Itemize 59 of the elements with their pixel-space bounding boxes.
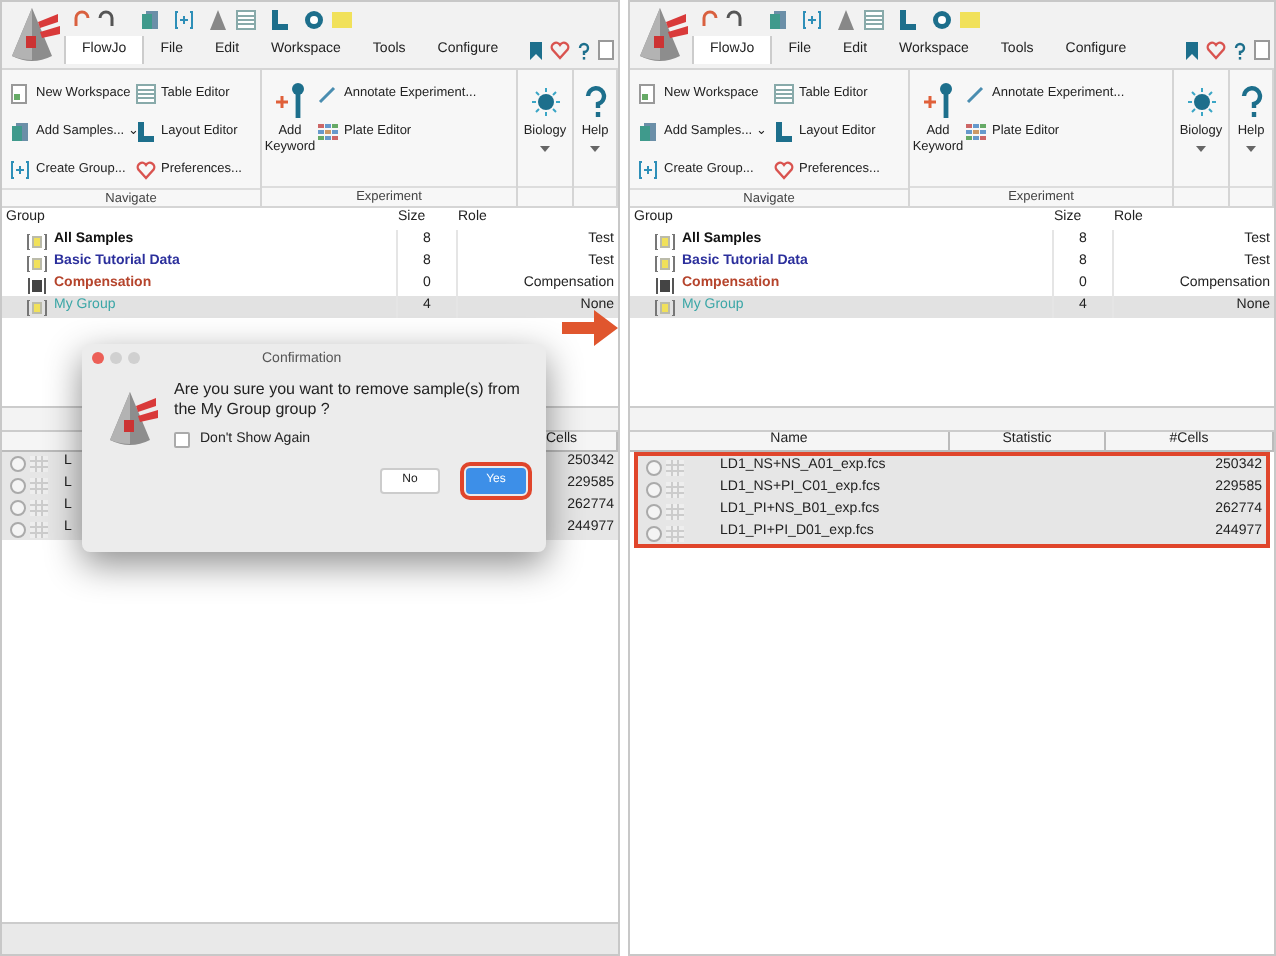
redo-icon[interactable]: [98, 10, 116, 28]
circle-icon[interactable]: [304, 9, 324, 29]
bracket-plus-icon[interactable]: [802, 9, 822, 29]
document-icon[interactable]: [10, 83, 30, 103]
caret-icon[interactable]: [590, 145, 600, 152]
heart-icon[interactable]: [550, 40, 570, 60]
circle-icon[interactable]: [932, 9, 952, 29]
heart-icon[interactable]: [1206, 40, 1226, 60]
bracket-plus-icon[interactable]: [174, 9, 194, 29]
cone-icon[interactable]: [208, 9, 228, 29]
question-icon[interactable]: [581, 86, 609, 118]
pencil-icon[interactable]: [966, 83, 986, 103]
document-icon[interactable]: [1254, 40, 1270, 60]
key-plus-icon[interactable]: [922, 82, 954, 118]
key-plus-icon[interactable]: [274, 82, 306, 118]
undo-icon[interactable]: [700, 10, 718, 28]
question-icon[interactable]: [578, 41, 590, 59]
dialog-message: Are you sure you want to remove sample(s) from the My Group group ?: [174, 380, 522, 420]
bracket-icon[interactable]: [26, 255, 48, 271]
document-icon[interactable]: [638, 83, 658, 103]
close-icon[interactable]: [92, 352, 104, 364]
bracket-plus-icon[interactable]: [638, 159, 658, 179]
document-stack-icon[interactable]: [768, 9, 788, 29]
pencil-icon[interactable]: [318, 83, 338, 103]
checkbox[interactable]: [174, 432, 190, 449]
sun-icon[interactable]: [531, 86, 559, 118]
redo-icon[interactable]: [726, 10, 744, 28]
question-icon[interactable]: [1234, 41, 1246, 59]
table-icon[interactable]: [864, 9, 884, 29]
l-shape-icon[interactable]: [270, 9, 290, 29]
cone-icon[interactable]: [836, 9, 856, 29]
table-icon[interactable]: [773, 83, 793, 103]
question-icon[interactable]: [1237, 86, 1265, 118]
document-icon[interactable]: [598, 40, 614, 60]
heart-icon[interactable]: [135, 159, 155, 179]
document-stack-icon[interactable]: [140, 9, 160, 29]
caret-icon[interactable]: [1246, 145, 1256, 152]
grid-icon[interactable]: [966, 121, 986, 141]
sun-icon[interactable]: [1187, 86, 1215, 118]
document-stack-icon[interactable]: [10, 121, 30, 141]
caret-icon[interactable]: [540, 145, 550, 152]
bracket-icon[interactable]: [654, 233, 676, 249]
document-stack-icon[interactable]: [638, 121, 658, 141]
bracket-icon[interactable]: [26, 233, 48, 249]
undo-icon[interactable]: [72, 10, 90, 28]
film-icon[interactable]: [26, 277, 48, 293]
grid-icon[interactable]: [318, 121, 338, 141]
bookmark-icon[interactable]: [530, 41, 542, 59]
bracket-plus-icon[interactable]: [10, 159, 30, 179]
bracket-icon[interactable]: [654, 255, 676, 271]
caret-icon[interactable]: [1196, 145, 1206, 152]
l-shape-icon[interactable]: [135, 121, 155, 141]
table-icon[interactable]: [236, 9, 256, 29]
film-icon[interactable]: [654, 277, 676, 293]
bookmark-icon[interactable]: [1186, 41, 1198, 59]
l-shape-icon[interactable]: [773, 121, 793, 141]
table-icon[interactable]: [135, 83, 155, 103]
heart-icon[interactable]: [773, 159, 793, 179]
l-shape-icon[interactable]: [898, 9, 918, 29]
